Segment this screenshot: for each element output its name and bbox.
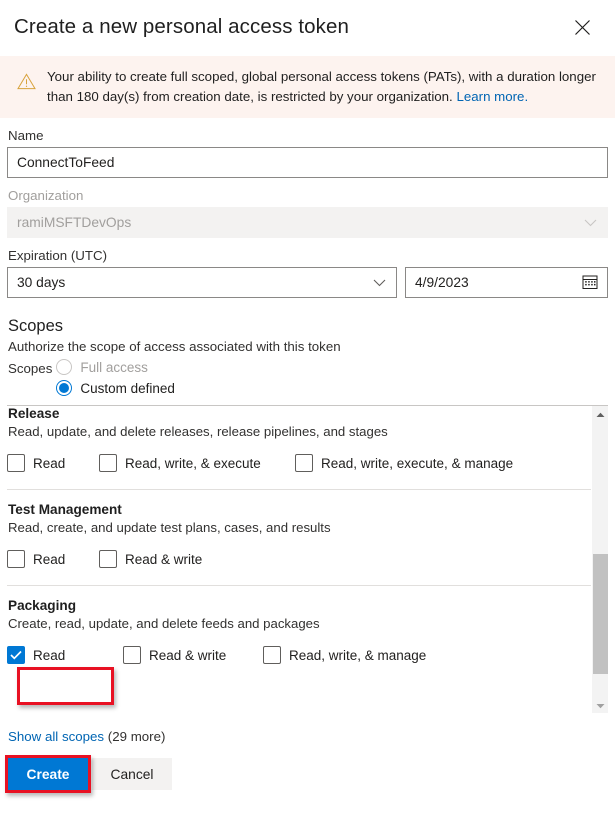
scope-group-name: Release (8, 406, 60, 421)
expiration-date-field[interactable]: 4/9/2023 (405, 267, 608, 298)
checkbox-label: Read, write, & execute (125, 455, 261, 471)
checkbox-packaging-read-write-manage[interactable]: Read, write, & manage (263, 646, 426, 664)
create-pat-dialog: Create a new personal access token Your … (0, 0, 615, 822)
checkbox-label: Read & write (125, 551, 203, 567)
token-form: Name Organization ramiMSFTDevOps Expirat… (0, 128, 615, 298)
scroll-down-arrow-icon[interactable] (592, 697, 608, 713)
expiration-field-label: Expiration (UTC) (8, 248, 108, 263)
name-field-label: Name (8, 128, 44, 143)
checkbox-release-read-write-execute-manage[interactable]: Read, write, execute, & manage (295, 454, 513, 472)
checkbox-label: Read, write, & manage (289, 647, 427, 663)
create-button[interactable]: Create (8, 758, 88, 790)
scopes-subtitle: Authorize the scope of access associated… (8, 339, 341, 354)
checkbox-indicator[interactable] (7, 454, 25, 472)
chevron-down-icon (584, 218, 597, 227)
checkbox-indicator[interactable] (295, 454, 313, 472)
scopes-scrollbar[interactable] (591, 406, 608, 713)
radio-custom-defined[interactable]: Custom defined (56, 380, 175, 396)
show-all-scopes-count: (29 more) (107, 729, 166, 744)
scopes-heading: Scopes (8, 317, 64, 335)
scopes-scroll-container[interactable]: Release Read, update, and delete release… (7, 405, 608, 713)
radio-full-access: Full access (56, 359, 175, 375)
calendar-icon[interactable] (582, 273, 598, 292)
radio-full-access-indicator (56, 359, 73, 375)
checkbox-label: Read (33, 455, 66, 471)
expiration-duration-dropdown[interactable]: 30 days (7, 267, 397, 298)
scope-checkbox-row: Read Read & write Read, write, & manage (7, 646, 591, 664)
checkbox-indicator[interactable] (263, 646, 281, 664)
checkbox-label: Read (33, 647, 66, 663)
scopes-list: Release Read, update, and delete release… (7, 406, 591, 713)
scopes-radio-group: Scopes Full access Custom defined (8, 359, 608, 396)
checkbox-indicator[interactable] (123, 646, 141, 664)
checkbox-release-read[interactable]: Read (7, 454, 99, 472)
scope-checkbox-row: Read Read, write, & execute Read, write,… (7, 454, 591, 472)
learn-more-link[interactable]: Learn more. (456, 89, 528, 104)
checkbox-label: Read (33, 551, 66, 567)
scope-group-test-management: Test Management Read, create, and update… (7, 490, 591, 586)
checkbox-packaging-read-write[interactable]: Read & write (123, 646, 263, 664)
scope-group-name: Test Management (8, 502, 122, 517)
show-all-scopes-link[interactable]: Show all scopes (8, 729, 104, 744)
page-title: Create a new personal access token (14, 15, 350, 38)
warning-banner-text: Your ability to create full scoped, glob… (47, 67, 601, 106)
checkbox-release-read-write-execute[interactable]: Read, write, & execute (99, 454, 295, 472)
warning-triangle-icon (17, 73, 36, 95)
scroll-up-arrow-icon[interactable] (592, 406, 608, 423)
dialog-header: Create a new personal access token (0, 0, 615, 52)
scope-group-description: Read, create, and update test plans, cas… (8, 520, 331, 535)
scopes-radio-group-label: Scopes (8, 361, 53, 376)
checkbox-test-management-read[interactable]: Read (7, 550, 99, 568)
scope-group-name: Packaging (8, 598, 76, 613)
scope-group-description: Create, read, update, and delete feeds a… (8, 616, 320, 631)
dialog-actions: Create Cancel (5, 755, 615, 793)
organization-dropdown: ramiMSFTDevOps (7, 207, 608, 238)
checkbox-packaging-read[interactable]: Read (7, 646, 123, 664)
scope-group-packaging: Packaging Create, read, update, and dele… (7, 586, 591, 681)
name-input[interactable] (7, 147, 608, 178)
radio-custom-defined-label: Custom defined (80, 380, 175, 396)
close-button[interactable] (567, 12, 597, 42)
scopes-section: Scopes Authorize the scope of access ass… (0, 317, 615, 396)
scope-group-description: Read, update, and delete releases, relea… (8, 424, 388, 439)
expiration-duration-value: 30 days (17, 275, 66, 290)
cancel-button[interactable]: Cancel (92, 758, 172, 790)
show-all-scopes-row: Show all scopes (29 more) (0, 713, 615, 744)
warning-banner: Your ability to create full scoped, glob… (0, 56, 615, 118)
checkbox-indicator[interactable] (7, 646, 25, 664)
close-icon (574, 19, 591, 36)
expiration-row: 30 days 4/9/2023 (7, 267, 608, 298)
checkbox-indicator[interactable] (99, 454, 117, 472)
checkbox-label: Read, write, execute, & manage (321, 455, 514, 471)
scope-checkbox-row: Read Read & write (7, 550, 591, 568)
checkbox-indicator[interactable] (7, 550, 25, 568)
scope-group-release: Release Read, update, and delete release… (7, 406, 591, 490)
chevron-down-icon (373, 278, 386, 287)
checkbox-label: Read & write (149, 647, 227, 663)
radio-custom-defined-indicator[interactable] (56, 380, 73, 396)
checkbox-test-management-read-write[interactable]: Read & write (99, 550, 202, 568)
radio-full-access-label: Full access (80, 359, 148, 375)
scrollbar-thumb[interactable] (593, 554, 608, 674)
organization-field-label: Organization (8, 188, 84, 203)
checkbox-indicator[interactable] (99, 550, 117, 568)
organization-value: ramiMSFTDevOps (17, 215, 132, 230)
expiration-date-value: 4/9/2023 (415, 275, 469, 290)
